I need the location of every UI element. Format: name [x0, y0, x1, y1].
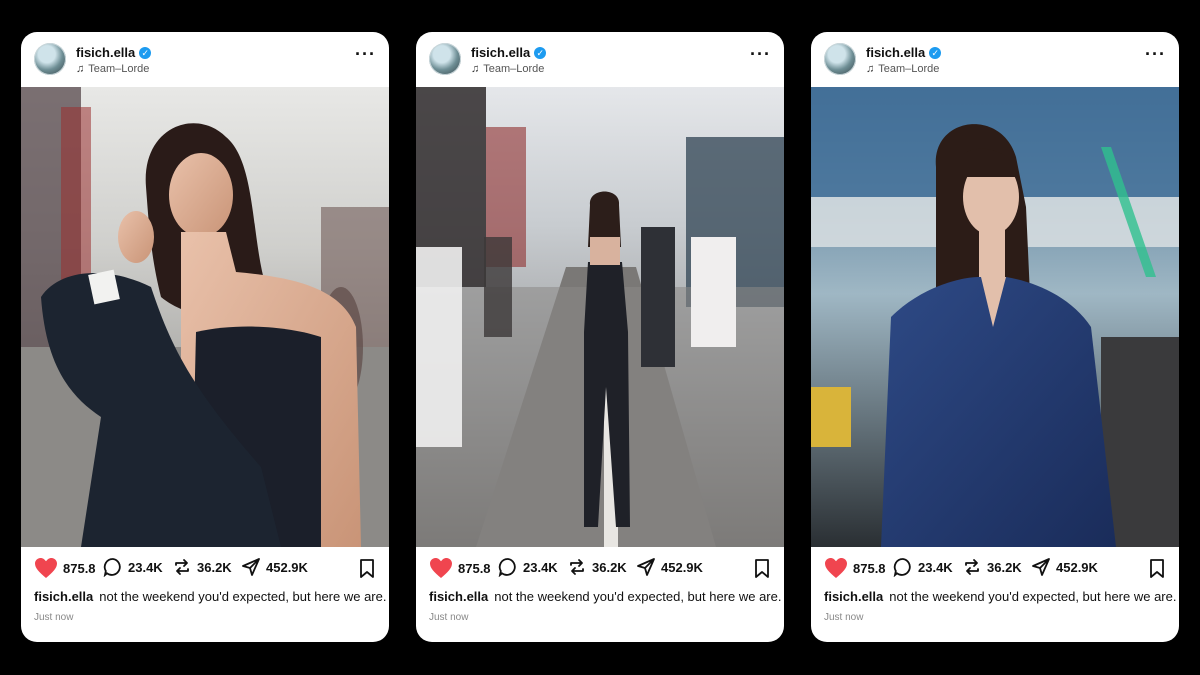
timestamp: Just now: [824, 612, 864, 623]
verified-badge-icon: ✓: [139, 46, 152, 59]
heart-icon: [35, 558, 57, 578]
comment-count: 23.4K: [128, 559, 163, 575]
music-info[interactable]: ♫ Team–Lorde: [471, 63, 544, 75]
share-count: 452.9K: [661, 559, 703, 575]
bookmark-icon[interactable]: [1149, 559, 1165, 579]
like-count: 875.8: [458, 560, 491, 576]
post-photo[interactable]: [416, 87, 784, 547]
like-button[interactable]: 875.8: [429, 557, 491, 579]
heart-icon: [825, 558, 847, 578]
verified-badge-icon: ✓: [929, 46, 942, 59]
comment-button[interactable]: 23.4K: [498, 557, 558, 577]
repost-button[interactable]: 36.2K: [172, 557, 232, 577]
share-icon: [1032, 558, 1050, 576]
post-header: fisich.ella ✓ ♫ Team–Lorde ···: [21, 32, 389, 87]
repost-count: 36.2K: [987, 559, 1022, 575]
caption-text: not the weekend you'd expected, but here…: [494, 589, 782, 604]
like-button[interactable]: 875.8: [34, 557, 96, 579]
repost-count: 36.2K: [592, 559, 627, 575]
caption-text: not the weekend you'd expected, but here…: [889, 589, 1177, 604]
heart-icon: [430, 558, 452, 578]
repost-icon: [570, 559, 584, 575]
like-count: 875.8: [63, 560, 96, 576]
music-note-icon: ♫: [471, 63, 480, 75]
avatar[interactable]: [34, 43, 66, 75]
action-bar: 875.8 23.4K 36.2K 452.9K: [21, 557, 389, 583]
avatar[interactable]: [824, 43, 856, 75]
bookmark-icon[interactable]: [754, 559, 770, 579]
share-count: 452.9K: [1056, 559, 1098, 575]
bookmark-icon[interactable]: [359, 559, 375, 579]
avatar[interactable]: [429, 43, 461, 75]
action-bar: 875.8 23.4K 36.2K 452.9K: [416, 557, 784, 583]
comment-count: 23.4K: [523, 559, 558, 575]
timestamp: Just now: [34, 612, 74, 623]
post-header: fisich.ella ✓ ♫ Team–Lorde ···: [416, 32, 784, 87]
post-card: fisich.ella ✓ ♫ Team–Lorde ··· 875.8 23.…: [811, 32, 1179, 642]
comment-icon: [103, 558, 121, 577]
comment-icon: [893, 558, 911, 577]
comment-icon: [498, 558, 516, 577]
more-icon[interactable]: ···: [750, 45, 771, 63]
music-info[interactable]: ♫ Team–Lorde: [76, 63, 149, 75]
comment-count: 23.4K: [918, 559, 953, 575]
music-note-icon: ♫: [76, 63, 85, 75]
action-bar: 875.8 23.4K 36.2K 452.9K: [811, 557, 1179, 583]
repost-button[interactable]: 36.2K: [962, 557, 1022, 577]
post-card: fisich.ella ✓ ♫ Team–Lorde ··· 875.8 23.…: [416, 32, 784, 642]
caption: fisich.ella not the weekend you'd expecte…: [429, 589, 781, 604]
share-count: 452.9K: [266, 559, 308, 575]
share-button[interactable]: 452.9K: [636, 557, 703, 577]
verified-badge-icon: ✓: [534, 46, 547, 59]
timestamp: Just now: [429, 612, 469, 623]
post-header: fisich.ella ✓ ♫ Team–Lorde ···: [811, 32, 1179, 87]
repost-icon: [175, 559, 189, 575]
share-button[interactable]: 452.9K: [241, 557, 308, 577]
caption-username[interactable]: fisich.ella: [34, 589, 93, 604]
repost-count: 36.2K: [197, 559, 232, 575]
share-icon: [242, 558, 260, 576]
repost-button[interactable]: 36.2K: [567, 557, 627, 577]
comment-button[interactable]: 23.4K: [893, 557, 953, 577]
repost-icon: [965, 559, 979, 575]
caption: fisich.ella not the weekend you'd expecte…: [824, 589, 1176, 604]
caption-username[interactable]: fisich.ella: [824, 589, 883, 604]
post-photo[interactable]: [21, 87, 389, 547]
caption: fisich.ella not the weekend you'd expecte…: [34, 589, 386, 604]
more-icon[interactable]: ···: [355, 45, 376, 63]
post-card: fisich.ella ✓ ♫ Team–Lorde ··· 875.8 23.…: [21, 32, 389, 642]
comment-button[interactable]: 23.4K: [103, 557, 163, 577]
caption-username[interactable]: fisich.ella: [429, 589, 488, 604]
more-icon[interactable]: ···: [1145, 45, 1166, 63]
share-button[interactable]: 452.9K: [1031, 557, 1098, 577]
like-button[interactable]: 875.8: [824, 557, 886, 579]
username[interactable]: fisich.ella ✓: [471, 45, 547, 60]
music-note-icon: ♫: [866, 63, 875, 75]
music-info[interactable]: ♫ Team–Lorde: [866, 63, 939, 75]
like-count: 875.8: [853, 560, 886, 576]
post-photo[interactable]: [811, 87, 1179, 547]
username[interactable]: fisich.ella ✓: [76, 45, 152, 60]
caption-text: not the weekend you'd expected, but here…: [99, 589, 387, 604]
share-icon: [637, 558, 655, 576]
username[interactable]: fisich.ella ✓: [866, 45, 942, 60]
